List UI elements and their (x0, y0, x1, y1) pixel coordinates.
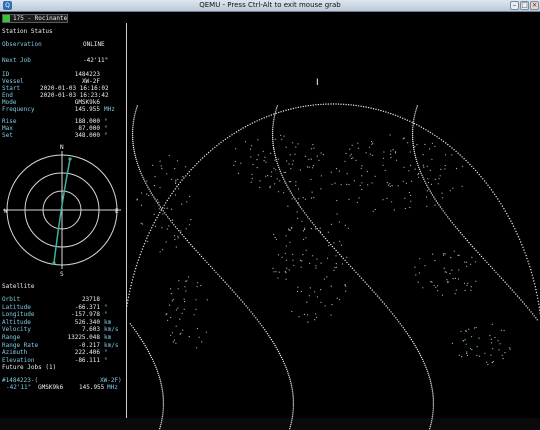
set-unit: ° (104, 132, 108, 139)
sat-elevation-value: -86.111 (40, 357, 100, 364)
sat-range-rate-value: -0.217 (40, 342, 100, 349)
window-title: QEMU - Press Ctrl-Alt to exit mouse grab (0, 0, 540, 11)
compass-s: S (60, 271, 64, 278)
set-label: Set (2, 132, 13, 139)
station-header-badge: 175 - Rocinante (2, 14, 68, 23)
sat-latitude-unit: ° (104, 304, 108, 311)
next-job-countdown: -42'11" (83, 57, 108, 64)
future-job-vessel[interactable]: XW-2F) (100, 377, 122, 384)
sat-longitude-value: -157.978 (40, 311, 100, 318)
end-value: 2020-01-03 16:23:42 (40, 92, 100, 99)
end-label: End (2, 92, 13, 99)
sat-range-value: 13225.048 (40, 334, 100, 341)
set-value: 348.000 (40, 132, 100, 139)
frequency-label: Frequency (2, 106, 35, 113)
station-name: 175 - Rocinante (13, 15, 67, 22)
close-button[interactable]: × (530, 1, 539, 10)
ground-track (127, 103, 540, 429)
sat-velocity-unit: km/s (104, 326, 118, 333)
sat-longitude-label: Longitude (2, 311, 35, 318)
sat-range-rate-label: Range Rate (2, 342, 38, 349)
sat-orbit-value: 23718 (40, 296, 100, 303)
mode-label: Mode (2, 99, 16, 106)
sat-latitude-label: Latitude (2, 304, 31, 311)
sat-velocity-value: 7.603 (40, 326, 100, 333)
qemu-window: Q QEMU - Press Ctrl-Alt to exit mouse gr… (0, 0, 540, 418)
compass-w: W (4, 208, 8, 215)
pass-start-marker (52, 261, 55, 264)
rise-label: Rise (2, 118, 16, 125)
sat-altitude-value: 526.340 (40, 319, 100, 326)
job-id-label: ID (2, 71, 9, 78)
sat-elevation-unit: ° (104, 357, 108, 364)
mode-value: GMSK9k6 (40, 99, 100, 106)
sat-altitude-label: Altitude (2, 319, 31, 326)
compass-n: N (60, 144, 64, 151)
start-label: Start (2, 85, 20, 92)
observation-value: ONLINE (83, 41, 105, 48)
status-led (3, 15, 10, 22)
rise-value: 188.000 (40, 118, 100, 125)
world-map-groundtrack (127, 24, 540, 430)
future-job-frequency: 145.955 (79, 384, 104, 391)
future-job-frequency-unit: MHz (107, 384, 118, 391)
future-job-mode: GMSK9k6 (38, 384, 63, 391)
sat-altitude-unit: km (104, 319, 111, 326)
vessel-label: Vessel (2, 78, 24, 85)
mouse-cursor: I (316, 78, 319, 88)
minimize-button[interactable]: – (510, 1, 519, 10)
future-job-countdown: -42'11" (6, 384, 31, 391)
sat-range-label: Range (2, 334, 20, 341)
max-unit: ° (104, 125, 108, 132)
sat-azimuth-unit: ° (104, 349, 108, 356)
max-value: 87.000 (40, 125, 100, 132)
sat-azimuth-label: Azimuth (2, 349, 27, 356)
title-bar[interactable]: Q QEMU - Press Ctrl-Alt to exit mouse gr… (0, 0, 540, 12)
frequency-value: 145.955 (40, 106, 100, 113)
vessel-value: XW-2F (40, 78, 100, 85)
sat-range-rate-unit: km/s (104, 342, 118, 349)
future-jobs-heading: Future Jobs (1) (2, 364, 56, 371)
next-job-label: Next Job (2, 57, 31, 64)
sat-latitude-value: -66.371 (40, 304, 100, 311)
satellite-heading: Satellite (2, 283, 35, 290)
sat-azimuth-value: 222.406 (40, 349, 100, 356)
pass-end-marker (68, 157, 71, 160)
maximize-button[interactable]: □ (520, 1, 529, 10)
max-label: Max (2, 125, 13, 132)
job-id-value: 1484223 (40, 71, 100, 78)
rise-unit: ° (104, 118, 108, 125)
sat-orbit-label: Orbit (2, 296, 20, 303)
observation-label: Observation (2, 41, 42, 48)
sat-elevation-label: Elevation (2, 357, 35, 364)
frequency-unit: MHz (104, 106, 115, 113)
sat-velocity-label: Velocity (2, 326, 31, 333)
polar-pass-plot: N E S W (2, 142, 122, 282)
station-status-heading: Station Status (2, 28, 53, 35)
start-value: 2020-01-03 16:16:02 (40, 85, 100, 92)
sat-range-unit: km (104, 334, 111, 341)
guest-screen[interactable]: 175 - Rocinante Station Status Observati… (0, 12, 540, 418)
compass-e: E (115, 208, 119, 215)
continents (137, 134, 511, 365)
sat-longitude-unit: ° (104, 311, 108, 318)
future-job-id[interactable]: #1484223-( (2, 377, 38, 384)
